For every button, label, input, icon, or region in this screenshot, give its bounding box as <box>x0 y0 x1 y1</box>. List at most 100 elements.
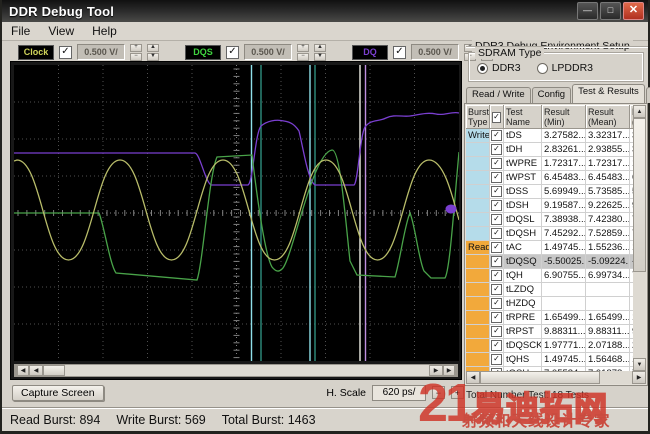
row-checkbox[interactable]: ✓ <box>491 186 502 197</box>
result-mean-cell: 7.42380... <box>586 213 630 227</box>
tab-navigation[interactable]: Navigation <box>645 87 650 103</box>
channel-enable-checkbox[interactable]: ✓ <box>59 45 72 59</box>
test-name-cell: tDQSQ <box>504 255 542 269</box>
scroll-up-icon[interactable]: ▲ <box>633 105 646 118</box>
table-row[interactable]: ✓tDH2.83261...2.93855...3.0 <box>466 143 633 157</box>
row-checkbox[interactable]: ✓ <box>491 242 502 253</box>
table-row[interactable]: ✓tRPRE1.65499...1.65499...1.6 <box>466 311 633 325</box>
menu-item-help[interactable]: Help <box>83 23 126 39</box>
row-checkbox[interactable]: ✓ <box>491 130 502 141</box>
channel-scale-value[interactable]: 0.500 V/ <box>77 44 125 60</box>
channel-enable-checkbox[interactable]: ✓ <box>226 45 239 59</box>
row-checkbox[interactable]: ✓ <box>491 228 502 239</box>
h-scale-value[interactable]: 620 ps/ <box>372 384 426 401</box>
spin-minus-icon[interactable]: − <box>297 52 309 61</box>
row-checkbox[interactable]: ✓ <box>491 340 502 351</box>
row-checkbox[interactable]: ✓ <box>491 214 502 225</box>
scroll-right-icon[interactable]: ▶ <box>632 371 646 384</box>
close-icon[interactable]: ✕ <box>623 2 644 20</box>
select-all-checkbox[interactable]: ✓ <box>492 112 501 123</box>
scroll-left-icon[interactable]: ◀ <box>29 365 43 376</box>
channel-scale-value[interactable]: 0.500 V/ <box>411 44 459 60</box>
row-checkbox[interactable]: ✓ <box>491 270 502 281</box>
burst-type-cell <box>466 171 490 185</box>
table-row[interactable]: ✓tDQSL7.38938...7.42380...7.4 <box>466 213 633 227</box>
scroll-right-icon[interactable]: ▶ <box>429 365 443 376</box>
spin-minus-icon[interactable]: − <box>130 52 142 61</box>
maximize-icon[interactable]: □ <box>600 2 621 20</box>
table-row[interactable]: ✓ tHZDQ <box>466 297 633 311</box>
table-row[interactable]: Read✓tAC1.49745...1.55236...1.6 <box>466 241 633 255</box>
h-scale-label: H. Scale <box>326 386 366 399</box>
tab-config[interactable]: Config <box>531 87 572 103</box>
channel-group-clock: Clock ✓ 0.500 V/ + − ▲ ▼ <box>18 43 159 61</box>
capture-screen-button[interactable]: Capture Screen <box>12 384 104 401</box>
scroll-end-icon[interactable]: ▶ <box>443 365 457 376</box>
oscilloscope-screen[interactable] <box>14 65 459 361</box>
row-checkbox-cell: ✓ <box>490 171 504 185</box>
column-header[interactable]: ✓ <box>490 105 504 129</box>
table-row[interactable]: ✓ tLZDQ <box>466 283 633 297</box>
spin-up-icon[interactable]: ▲ <box>147 43 159 52</box>
table-row[interactable]: ✓tDSH9.19587...9.22625...9.2 <box>466 199 633 213</box>
spin-up-icon[interactable]: ▲ <box>314 43 326 52</box>
scroll-home-icon[interactable]: ◀ <box>15 365 29 376</box>
table-vscroll-thumb[interactable] <box>633 118 646 272</box>
table-row[interactable]: Write✓tDS3.27582...3.32317...3.3 <box>466 129 633 143</box>
row-checkbox-cell: ✓ <box>490 297 504 311</box>
scroll-left-icon[interactable]: ◀ <box>466 371 480 384</box>
tab-test-results[interactable]: Test & Results <box>572 84 645 103</box>
column-header[interactable]: Result (Mean) <box>586 105 630 129</box>
menu-item-view[interactable]: View <box>39 23 83 39</box>
radio-ddr3[interactable]: DDR3 <box>477 62 521 74</box>
row-checkbox[interactable]: ✓ <box>491 326 502 337</box>
minimize-icon[interactable]: — <box>577 2 598 20</box>
channel-label-button[interactable]: Clock <box>18 44 54 60</box>
fine-spinner: ▲▼ <box>314 43 326 61</box>
total-tests-label: Total Number Test: 18 Tests <box>466 390 590 401</box>
channel-enable-checkbox[interactable]: ✓ <box>393 45 406 59</box>
spin-down-icon[interactable]: ▼ <box>147 52 159 61</box>
row-checkbox[interactable]: ✓ <box>491 256 502 267</box>
channel-scale-value[interactable]: 0.500 V/ <box>244 44 292 60</box>
row-checkbox[interactable]: ✓ <box>491 144 502 155</box>
spin-down-icon[interactable]: ▼ <box>314 52 326 61</box>
scope-scroll-track[interactable] <box>65 365 429 376</box>
table-row[interactable]: ✓tQHS1.49745...1.56468...1.6 <box>466 353 633 367</box>
table-row[interactable]: ✓tDQSH7.45292...7.52859...7.5 <box>466 227 633 241</box>
row-checkbox[interactable]: ✓ <box>491 284 502 295</box>
table-hscroll-thumb[interactable] <box>480 371 600 384</box>
table-hscroll-track[interactable] <box>600 371 632 384</box>
table-row[interactable]: ✓tDQSCK1.97771...2.07188...2.1 <box>466 339 633 353</box>
h-scale-decrease-button[interactable]: − <box>432 386 445 399</box>
table-row[interactable]: ✓tWPST6.45483...6.45483...6.4 <box>466 171 633 185</box>
row-checkbox[interactable]: ✓ <box>491 354 502 365</box>
row-checkbox[interactable]: ✓ <box>491 158 502 169</box>
scroll-down-icon[interactable]: ▼ <box>633 358 646 371</box>
menu-item-file[interactable]: File <box>2 23 39 39</box>
row-checkbox[interactable]: ✓ <box>491 200 502 211</box>
tab-read-write[interactable]: Read / Write <box>466 87 531 103</box>
table-row[interactable]: ✓tDQSQ-5.50025...-5.09224...-4.4 <box>466 255 633 269</box>
burst-type-cell <box>466 325 490 339</box>
table-row[interactable]: ✓tWPRE1.72317...1.72317...1.7 <box>466 157 633 171</box>
spin-plus-icon[interactable]: + <box>297 43 309 52</box>
h-scale-increase-button[interactable]: + <box>451 386 464 399</box>
row-checkbox-cell: ✓ <box>490 185 504 199</box>
spin-plus-icon[interactable]: + <box>130 43 142 52</box>
column-header[interactable]: Result (Min) <box>542 105 586 129</box>
radio-lpddr3[interactable]: LPDDR3 <box>536 62 593 74</box>
row-checkbox[interactable]: ✓ <box>491 298 502 309</box>
column-header[interactable]: Burst Type <box>466 105 490 129</box>
table-row[interactable]: ✓tRPST9.88311...9.88311...9.8 <box>466 325 633 339</box>
test-name-cell: tQH <box>504 269 542 283</box>
row-checkbox[interactable]: ✓ <box>491 172 502 183</box>
column-header[interactable]: Test Name <box>504 105 542 129</box>
row-checkbox[interactable]: ✓ <box>491 312 502 323</box>
channel-label-button[interactable]: DQS <box>185 44 221 60</box>
scope-scroll-thumb[interactable] <box>43 365 65 376</box>
table-row[interactable]: ✓tQH6.90755...6.99734...7.0 <box>466 269 633 283</box>
table-row[interactable]: ✓tDSS5.69949...5.73585...5.7 <box>466 185 633 199</box>
app-window: DDR Debug Tool — □ ✕ File View Help Clock ✓… <box>0 0 650 434</box>
channel-label-button[interactable]: DQ <box>352 44 388 60</box>
